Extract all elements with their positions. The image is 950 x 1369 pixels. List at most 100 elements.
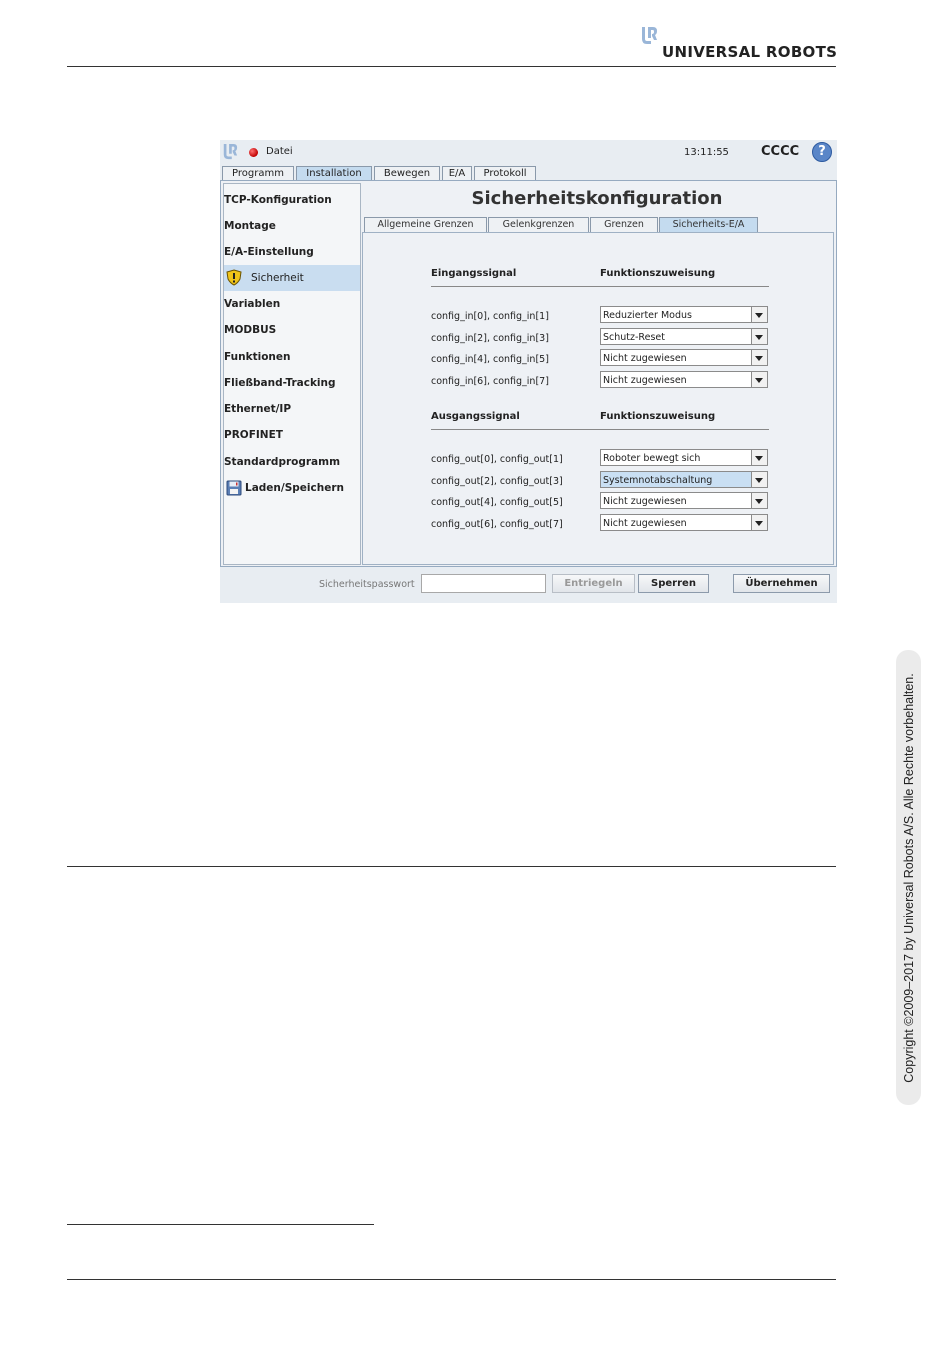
tab-programm[interactable]: Programm xyxy=(222,166,294,180)
input-header-rule xyxy=(431,286,769,287)
input-function-dropdown[interactable]: Reduzierter Modus xyxy=(600,306,768,323)
sidebar-item-ethernet-ip[interactable]: Ethernet/IP xyxy=(224,396,360,422)
chevron-down-icon[interactable] xyxy=(751,515,767,530)
input-function-dropdown[interactable]: Nicht zugewiesen xyxy=(600,349,768,366)
sidebar-item-ea-einstellung[interactable]: E/A-Einstellung xyxy=(224,239,360,265)
sidebar-item-sicherheit[interactable]: Sicherheit xyxy=(224,265,360,291)
password-label: Sicherheitspasswort xyxy=(319,579,415,590)
help-icon[interactable]: ? xyxy=(812,142,832,162)
sidebar-item-label: Sicherheit xyxy=(251,272,304,284)
chevron-down-icon[interactable] xyxy=(751,493,767,508)
chevron-down-icon[interactable] xyxy=(751,472,767,487)
input-signal-label: config_in[6], config_in[7] xyxy=(431,376,549,387)
section-rule xyxy=(67,866,836,867)
sidebar-item-tcp-konfiguration[interactable]: TCP-Konfiguration xyxy=(224,187,360,213)
input-signal-label: config_in[2], config_in[3] xyxy=(431,333,549,344)
dropdown-value: Systemnotabschaltung xyxy=(603,475,713,486)
sidebar-item-funktionen[interactable]: Funktionen xyxy=(224,344,360,370)
chevron-down-icon[interactable] xyxy=(751,350,767,365)
tab-installation[interactable]: Installation xyxy=(296,166,372,180)
output-signal-header: Ausgangssignal xyxy=(431,411,520,422)
output-signal-label: config_out[6], config_out[7] xyxy=(431,519,563,530)
sidebar-item-label: E/A-Einstellung xyxy=(224,246,314,258)
input-signal-label: config_in[0], config_in[1] xyxy=(431,311,549,322)
universal-robots-logo: UNIVERSAL ROBOTS xyxy=(640,26,840,62)
tab-protokoll[interactable]: Protokoll xyxy=(474,166,536,180)
dropdown-value: Nicht zugewiesen xyxy=(603,518,687,529)
dropdown-value: Nicht zugewiesen xyxy=(603,375,687,386)
tab-allgemeine-grenzen[interactable]: Allgemeine Grenzen xyxy=(364,217,487,232)
sidebar-item-montage[interactable]: Montage xyxy=(224,213,360,239)
status-light-icon xyxy=(249,148,258,157)
sidebar-item-label: TCP-Konfiguration xyxy=(224,194,332,206)
tab-bewegen[interactable]: Bewegen xyxy=(374,166,440,180)
sidebar-item-label: Laden/Speichern xyxy=(245,482,344,494)
sidebar-item-label: Standardprogramm xyxy=(224,456,341,468)
output-function-dropdown[interactable]: Systemnotabschaltung xyxy=(600,471,768,488)
content-area: Sicherheitskonfiguration Allgemeine Gren… xyxy=(362,183,834,565)
chevron-down-icon[interactable] xyxy=(751,329,767,344)
tab-gelenkgrenzen[interactable]: Gelenkgrenzen xyxy=(488,217,589,232)
input-function-dropdown[interactable]: Nicht zugewiesen xyxy=(600,371,768,388)
copyright-tab: Copyright ©2009–2017 by Universal Robots… xyxy=(896,650,921,1105)
brand-name: UNIVERSAL ROBOTS xyxy=(662,43,838,61)
tab-sicherheits-ea[interactable]: Sicherheits-E/A xyxy=(659,217,758,232)
sidebar-item-label: Funktionen xyxy=(224,351,291,363)
sidebar-item-laden-speichern[interactable]: Laden/Speichern xyxy=(224,475,360,501)
input-signal-label: config_in[4], config_in[5] xyxy=(431,354,549,365)
output-header-rule xyxy=(431,429,769,430)
dropdown-value: Nicht zugewiesen xyxy=(603,353,687,364)
input-signal-header: Eingangssignal xyxy=(431,268,517,279)
tab-grenzen[interactable]: Grenzen xyxy=(590,217,658,232)
output-signal-label: config_out[2], config_out[3] xyxy=(431,476,563,487)
dropdown-value: Schutz-Reset xyxy=(603,332,665,343)
sidebar-item-label: Fließband-Tracking xyxy=(224,377,336,389)
bottom-bar: Sicherheitspasswort Entriegeln Sperren Ü… xyxy=(220,568,837,603)
output-function-dropdown[interactable]: Nicht zugewiesen xyxy=(600,492,768,509)
sidebar-item-variablen[interactable]: Variablen xyxy=(224,291,360,317)
header-rule xyxy=(67,66,836,67)
sidebar-item-label: Montage xyxy=(224,220,276,232)
file-menu[interactable]: Datei xyxy=(266,146,293,157)
ur-logo-icon xyxy=(223,144,238,160)
dropdown-value: Reduzierter Modus xyxy=(603,310,692,321)
warning-shield-icon xyxy=(226,269,242,286)
output-function-dropdown[interactable]: Roboter bewegt sich xyxy=(600,449,768,466)
robot-name: CCCC xyxy=(761,144,800,159)
ur-software-window: Datei 13:11:55 CCCC ? Programm Installat… xyxy=(220,140,837,603)
sidebar-item-modbus[interactable]: MODBUS xyxy=(224,317,360,343)
output-signal-label: config_out[0], config_out[1] xyxy=(431,454,563,465)
installation-frame: TCP-Konfiguration Montage E/A-Einstellun… xyxy=(220,180,837,567)
safety-io-panel: Eingangssignal Funktionszuweisung config… xyxy=(362,232,834,565)
sidebar-item-profinet[interactable]: PROFINET xyxy=(224,422,360,448)
chevron-down-icon[interactable] xyxy=(751,372,767,387)
sidebar-item-label: Variablen xyxy=(224,298,281,310)
ur-logo-icon xyxy=(642,27,657,44)
save-disk-icon xyxy=(226,480,242,496)
apply-button[interactable]: Übernehmen xyxy=(733,574,830,593)
output-function-dropdown[interactable]: Nicht zugewiesen xyxy=(600,514,768,531)
chevron-down-icon[interactable] xyxy=(751,450,767,465)
lock-button[interactable]: Sperren xyxy=(638,574,709,593)
sidebar-item-label: PROFINET xyxy=(224,429,283,441)
clock: 13:11:55 xyxy=(684,147,729,158)
chevron-down-icon[interactable] xyxy=(751,307,767,322)
dropdown-value: Nicht zugewiesen xyxy=(603,496,687,507)
footer-rule xyxy=(67,1279,836,1280)
installation-sidebar: TCP-Konfiguration Montage E/A-Einstellun… xyxy=(223,183,361,565)
output-signal-label: config_out[4], config_out[5] xyxy=(431,497,563,508)
copyright-text: Copyright ©2009–2017 by Universal Robots… xyxy=(901,672,916,1083)
page-title: Sicherheitskonfiguration xyxy=(471,188,723,209)
sidebar-item-standardprogramm[interactable]: Standardprogramm xyxy=(224,449,360,475)
output-function-header: Funktionszuweisung xyxy=(600,411,716,422)
sidebar-item-fliessband-tracking[interactable]: Fließband-Tracking xyxy=(224,370,360,396)
input-function-dropdown[interactable]: Schutz-Reset xyxy=(600,328,768,345)
sidebar-item-label: Ethernet/IP xyxy=(224,403,292,415)
top-bar: Datei 13:11:55 CCCC ? xyxy=(220,140,837,166)
safety-password-input[interactable] xyxy=(421,574,546,593)
sidebar-item-label: MODBUS xyxy=(224,324,277,336)
tab-ea[interactable]: E/A xyxy=(442,166,472,180)
unlock-button[interactable]: Entriegeln xyxy=(552,574,635,593)
input-function-header: Funktionszuweisung xyxy=(600,268,716,279)
dropdown-value: Roboter bewegt sich xyxy=(603,453,701,464)
